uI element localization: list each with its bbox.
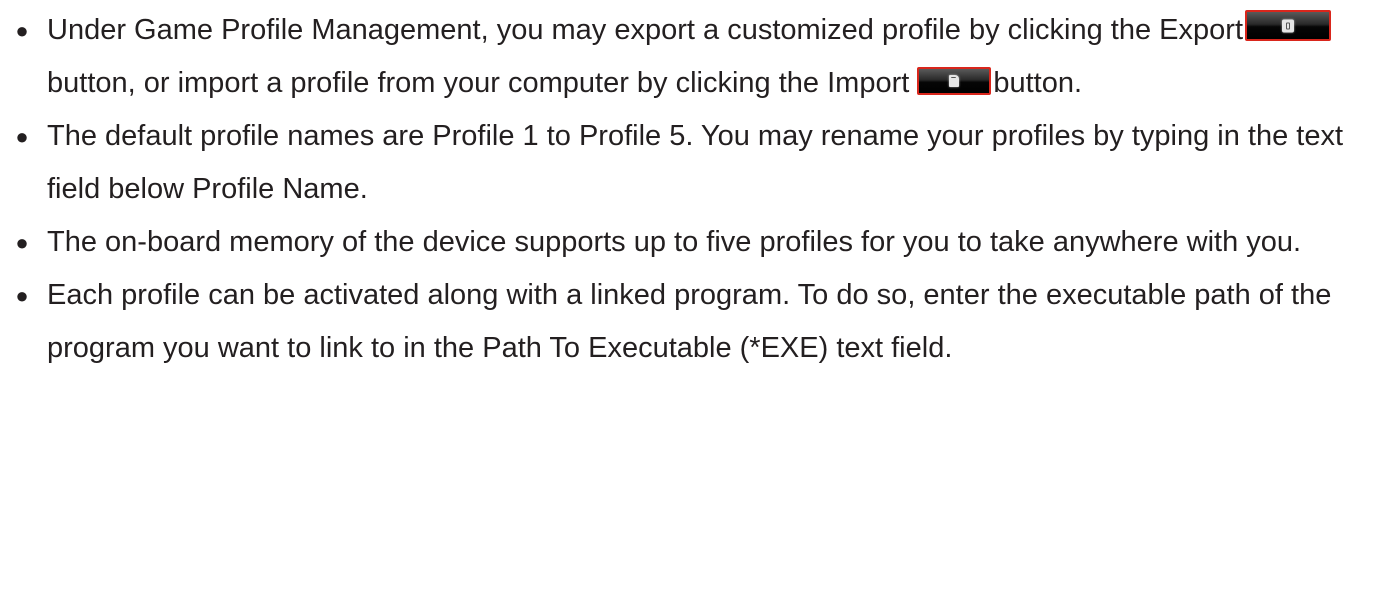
list-item: ● The default profile names are Profile … xyxy=(0,110,1376,216)
import-glyph-icon xyxy=(949,75,960,87)
document-page: ● Under Game Profile Management, you may… xyxy=(0,0,1376,612)
item-text-part: Under Game Profile Management, you may e… xyxy=(47,14,1243,46)
bullet-icon: ● xyxy=(15,18,29,43)
export-glyph-icon xyxy=(1282,19,1294,32)
item-text-part: button, or import a profile from your co… xyxy=(47,67,918,99)
list-item-text: The default profile names are Profile 1 … xyxy=(47,120,1344,205)
bullet-icon: ● xyxy=(15,124,29,149)
export-button-icon xyxy=(1245,10,1331,41)
bullet-list: ● Under Game Profile Management, you may… xyxy=(0,4,1376,375)
bullet-icon: ● xyxy=(15,283,29,308)
list-item-text: Each profile can be activated along with… xyxy=(47,279,1332,364)
list-item-text: The on-board memory of the device suppor… xyxy=(47,226,1302,258)
list-item: ● Each profile can be activated along wi… xyxy=(0,269,1376,375)
list-item: ● Under Game Profile Management, you may… xyxy=(0,4,1376,110)
import-button-icon xyxy=(917,67,992,95)
list-item: ● The on-board memory of the device supp… xyxy=(0,216,1376,269)
list-item-text: Under Game Profile Management, you may e… xyxy=(47,4,1364,110)
item-text-part: button. xyxy=(993,67,1083,99)
bullet-icon: ● xyxy=(15,230,29,255)
